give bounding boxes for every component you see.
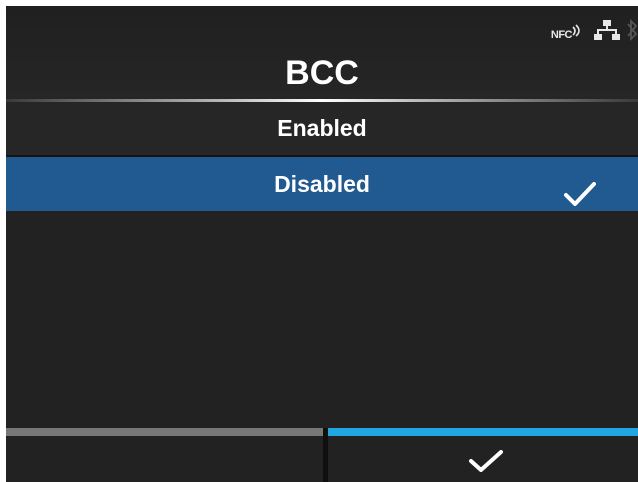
printer-display: NFC BCC Enabled Disabled <box>6 6 638 482</box>
option-label: Enabled <box>277 115 367 141</box>
page-title: BCC <box>285 54 359 92</box>
checkmark-icon <box>468 450 504 477</box>
softkey-left[interactable] <box>6 428 323 482</box>
option-disabled[interactable]: Disabled <box>6 157 638 211</box>
header: NFC BCC <box>6 6 638 102</box>
nfc-icon: NFC <box>551 23 584 41</box>
softkey-bar <box>6 428 638 482</box>
status-icons: NFC <box>551 18 638 46</box>
option-label: Disabled <box>274 171 370 197</box>
wired-lan-icon <box>594 19 620 46</box>
softkey-confirm-button[interactable] <box>328 428 638 482</box>
option-list: Enabled Disabled <box>6 102 638 211</box>
bluetooth-icon <box>626 18 638 47</box>
checkmark-icon <box>564 171 596 225</box>
option-enabled[interactable]: Enabled <box>6 102 638 157</box>
